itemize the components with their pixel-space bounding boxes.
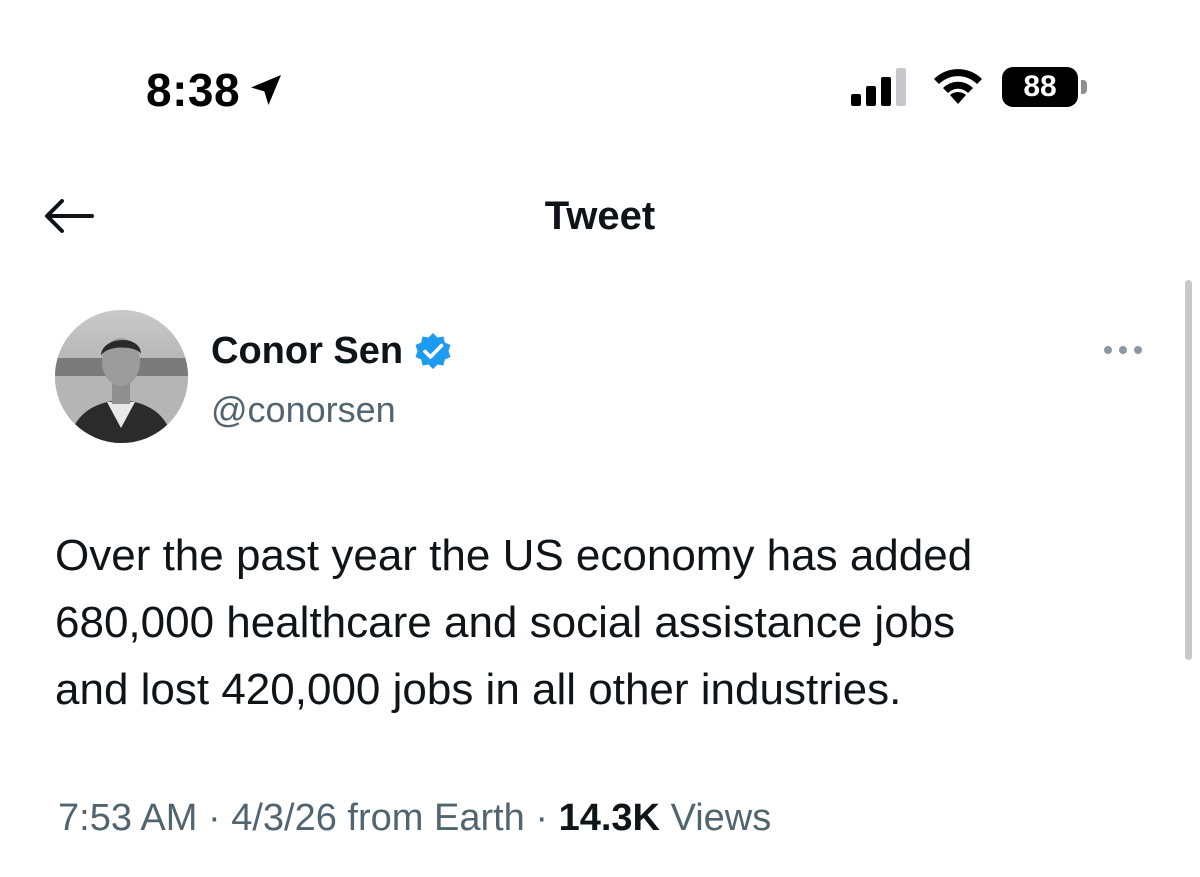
- tweet-text-line: 680,000 healthcare and social assistance…: [55, 598, 956, 647]
- scrollbar[interactable]: [1185, 280, 1192, 660]
- tweet-detail-screen: 8:38 88 Tweet Conor Sen @conorsen Over t…: [0, 0, 1200, 877]
- verified-badge-icon: [415, 333, 451, 369]
- tweet-text-line: and lost 420,000 jobs in all other indus…: [55, 665, 902, 714]
- display-name[interactable]: Conor Sen: [211, 328, 403, 374]
- views-count[interactable]: 14.3K: [559, 797, 660, 839]
- user-handle[interactable]: @conorsen: [211, 388, 396, 432]
- meta-separator: ·: [524, 797, 559, 839]
- location-arrow-icon: [251, 75, 282, 105]
- page-title: Tweet: [544, 194, 656, 238]
- views-label[interactable]: Views: [671, 797, 772, 839]
- cellular-signal-icon: [851, 68, 906, 106]
- tweet-time[interactable]: 7:53 AM: [58, 797, 197, 839]
- more-dots-icon: [1104, 346, 1142, 354]
- wifi-icon: [934, 69, 982, 104]
- header: Tweet: [0, 180, 1200, 250]
- meta-separator: ·: [197, 797, 232, 839]
- avatar[interactable]: [55, 310, 188, 443]
- tweet-date[interactable]: 4/3/26: [231, 797, 337, 839]
- tweet-text: Over the past year the US economy has ad…: [55, 522, 1165, 723]
- tweet-author: Conor Sen @conorsen: [55, 310, 1155, 445]
- status-time: 8:38: [146, 64, 241, 116]
- tweet-meta: 7:53 AM · 4/3/26 from Earth · 14.3K View…: [58, 795, 771, 841]
- status-time-group: 8:38: [146, 64, 286, 116]
- battery-level: 88: [1023, 70, 1057, 103]
- tweet-text-line: Over the past year the US economy has ad…: [55, 531, 973, 580]
- battery-cap: [1081, 80, 1087, 94]
- battery-body: 88: [1002, 67, 1078, 107]
- battery-icon: 88: [1002, 67, 1088, 107]
- display-name-row[interactable]: Conor Sen: [211, 328, 453, 374]
- more-options-button[interactable]: [1095, 338, 1151, 362]
- tweet-source: from Earth: [347, 797, 525, 839]
- avatar-photo: [55, 310, 188, 443]
- status-bar: 8:38 88: [0, 0, 1200, 160]
